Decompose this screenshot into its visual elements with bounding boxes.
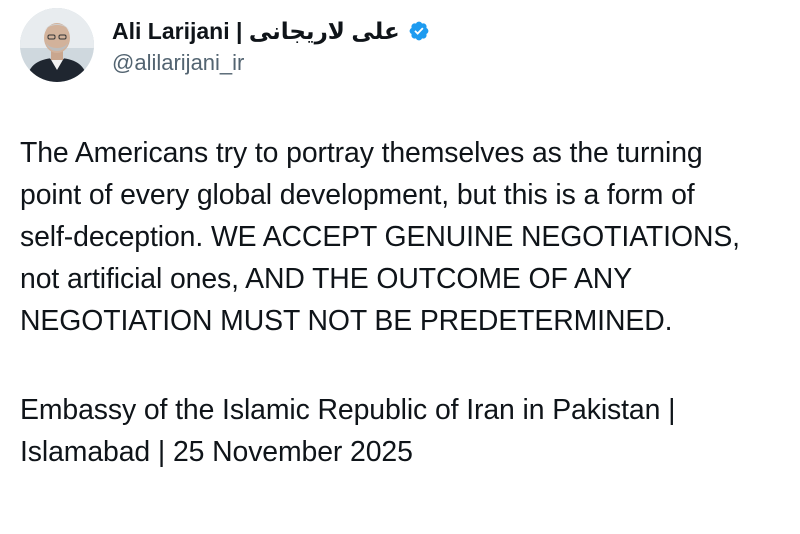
tweet-header: Ali Larijani | علی لاریجانی @alilarijani… <box>20 8 430 82</box>
tweet-text-signature: Embassy of the Islamic Republic of Iran … <box>20 394 676 468</box>
author-handle[interactable]: @alilarijani_ir <box>112 50 430 76</box>
avatar-portrait-icon <box>20 8 94 82</box>
name-row: Ali Larijani | علی لاریجانی <box>112 14 430 48</box>
avatar[interactable] <box>20 8 94 82</box>
tweet-text: The Americans try to portray themselves … <box>20 137 740 337</box>
author-display-name[interactable]: Ali Larijani | علی لاریجانی <box>112 18 400 45</box>
verified-badge-icon <box>408 20 430 42</box>
author-identity: Ali Larijani | علی لاریجانی @alilarijani… <box>112 14 430 76</box>
tweet-card: Ali Larijani | علی لاریجانی @alilarijani… <box>0 0 800 534</box>
